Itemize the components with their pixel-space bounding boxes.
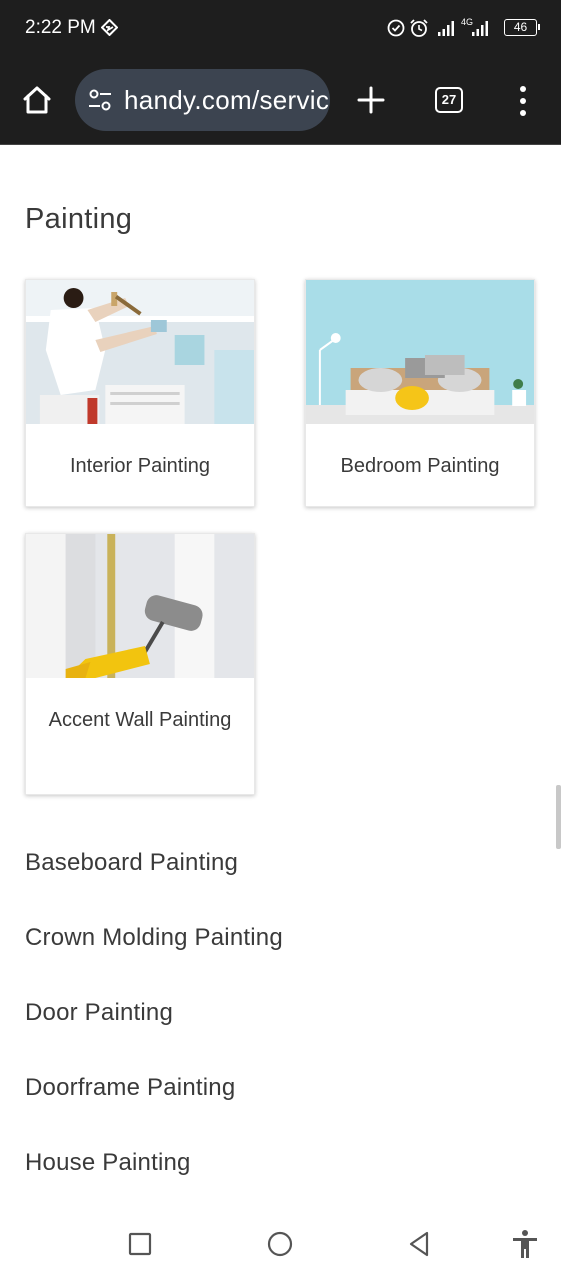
site-settings-icon[interactable]	[88, 89, 112, 111]
page-title: Painting	[25, 203, 133, 235]
back-icon[interactable]	[403, 1228, 435, 1260]
service-list: Baseboard Painting Crown Molding Paintin…	[25, 843, 283, 1218]
service-link-house-painting[interactable]: House Painting	[25, 1143, 283, 1218]
do-not-disturb-icon	[387, 19, 405, 37]
system-nav-bar	[0, 1208, 561, 1280]
status-time: 2:22 PM	[25, 17, 96, 38]
service-card-interior-painting[interactable]: Interior Painting	[25, 279, 255, 507]
service-link-door-painting[interactable]: Door Painting	[25, 993, 283, 1068]
service-link-doorframe-painting[interactable]: Doorframe Painting	[25, 1068, 283, 1143]
battery-indicator: 46	[504, 19, 540, 36]
app-notification-icon	[101, 19, 118, 36]
recents-icon[interactable]	[124, 1228, 156, 1260]
scrollbar-thumb[interactable]	[556, 785, 561, 849]
home-circle-icon[interactable]	[264, 1228, 296, 1260]
tab-count: 27	[441, 92, 457, 107]
card-label: Interior Painting	[69, 455, 211, 477]
address-bar[interactable]: handy.com/servic	[75, 69, 330, 131]
signal-icon	[438, 21, 454, 36]
service-card-accent-wall-painting[interactable]: Accent Wall Painting	[25, 533, 255, 795]
alarm-icon	[410, 19, 428, 37]
service-link-baseboard-painting[interactable]: Baseboard Painting	[25, 843, 283, 918]
painter-on-ladder-image	[26, 280, 254, 424]
status-bar: 2:22 PM 4G 46	[0, 0, 561, 56]
accessibility-icon[interactable]	[509, 1228, 541, 1260]
card-label: Bedroom Painting	[340, 455, 500, 477]
url-text[interactable]: handy.com/servic	[124, 85, 329, 116]
browser-toolbar: handy.com/servic 27	[0, 56, 561, 145]
menu-icon[interactable]	[514, 84, 532, 118]
service-link-crown-molding-painting[interactable]: Crown Molding Painting	[25, 918, 283, 993]
card-label: Accent Wall Painting	[48, 709, 232, 731]
new-tab-icon[interactable]	[354, 83, 388, 117]
home-icon[interactable]	[20, 83, 54, 117]
signal-icon-2	[472, 21, 488, 36]
tabs-button[interactable]: 27	[435, 87, 463, 113]
status-indicators: 4G 46	[387, 16, 540, 40]
blue-bedroom-image	[306, 280, 534, 424]
paint-roller-image	[26, 534, 254, 678]
service-card-bedroom-painting[interactable]: Bedroom Painting	[305, 279, 535, 507]
